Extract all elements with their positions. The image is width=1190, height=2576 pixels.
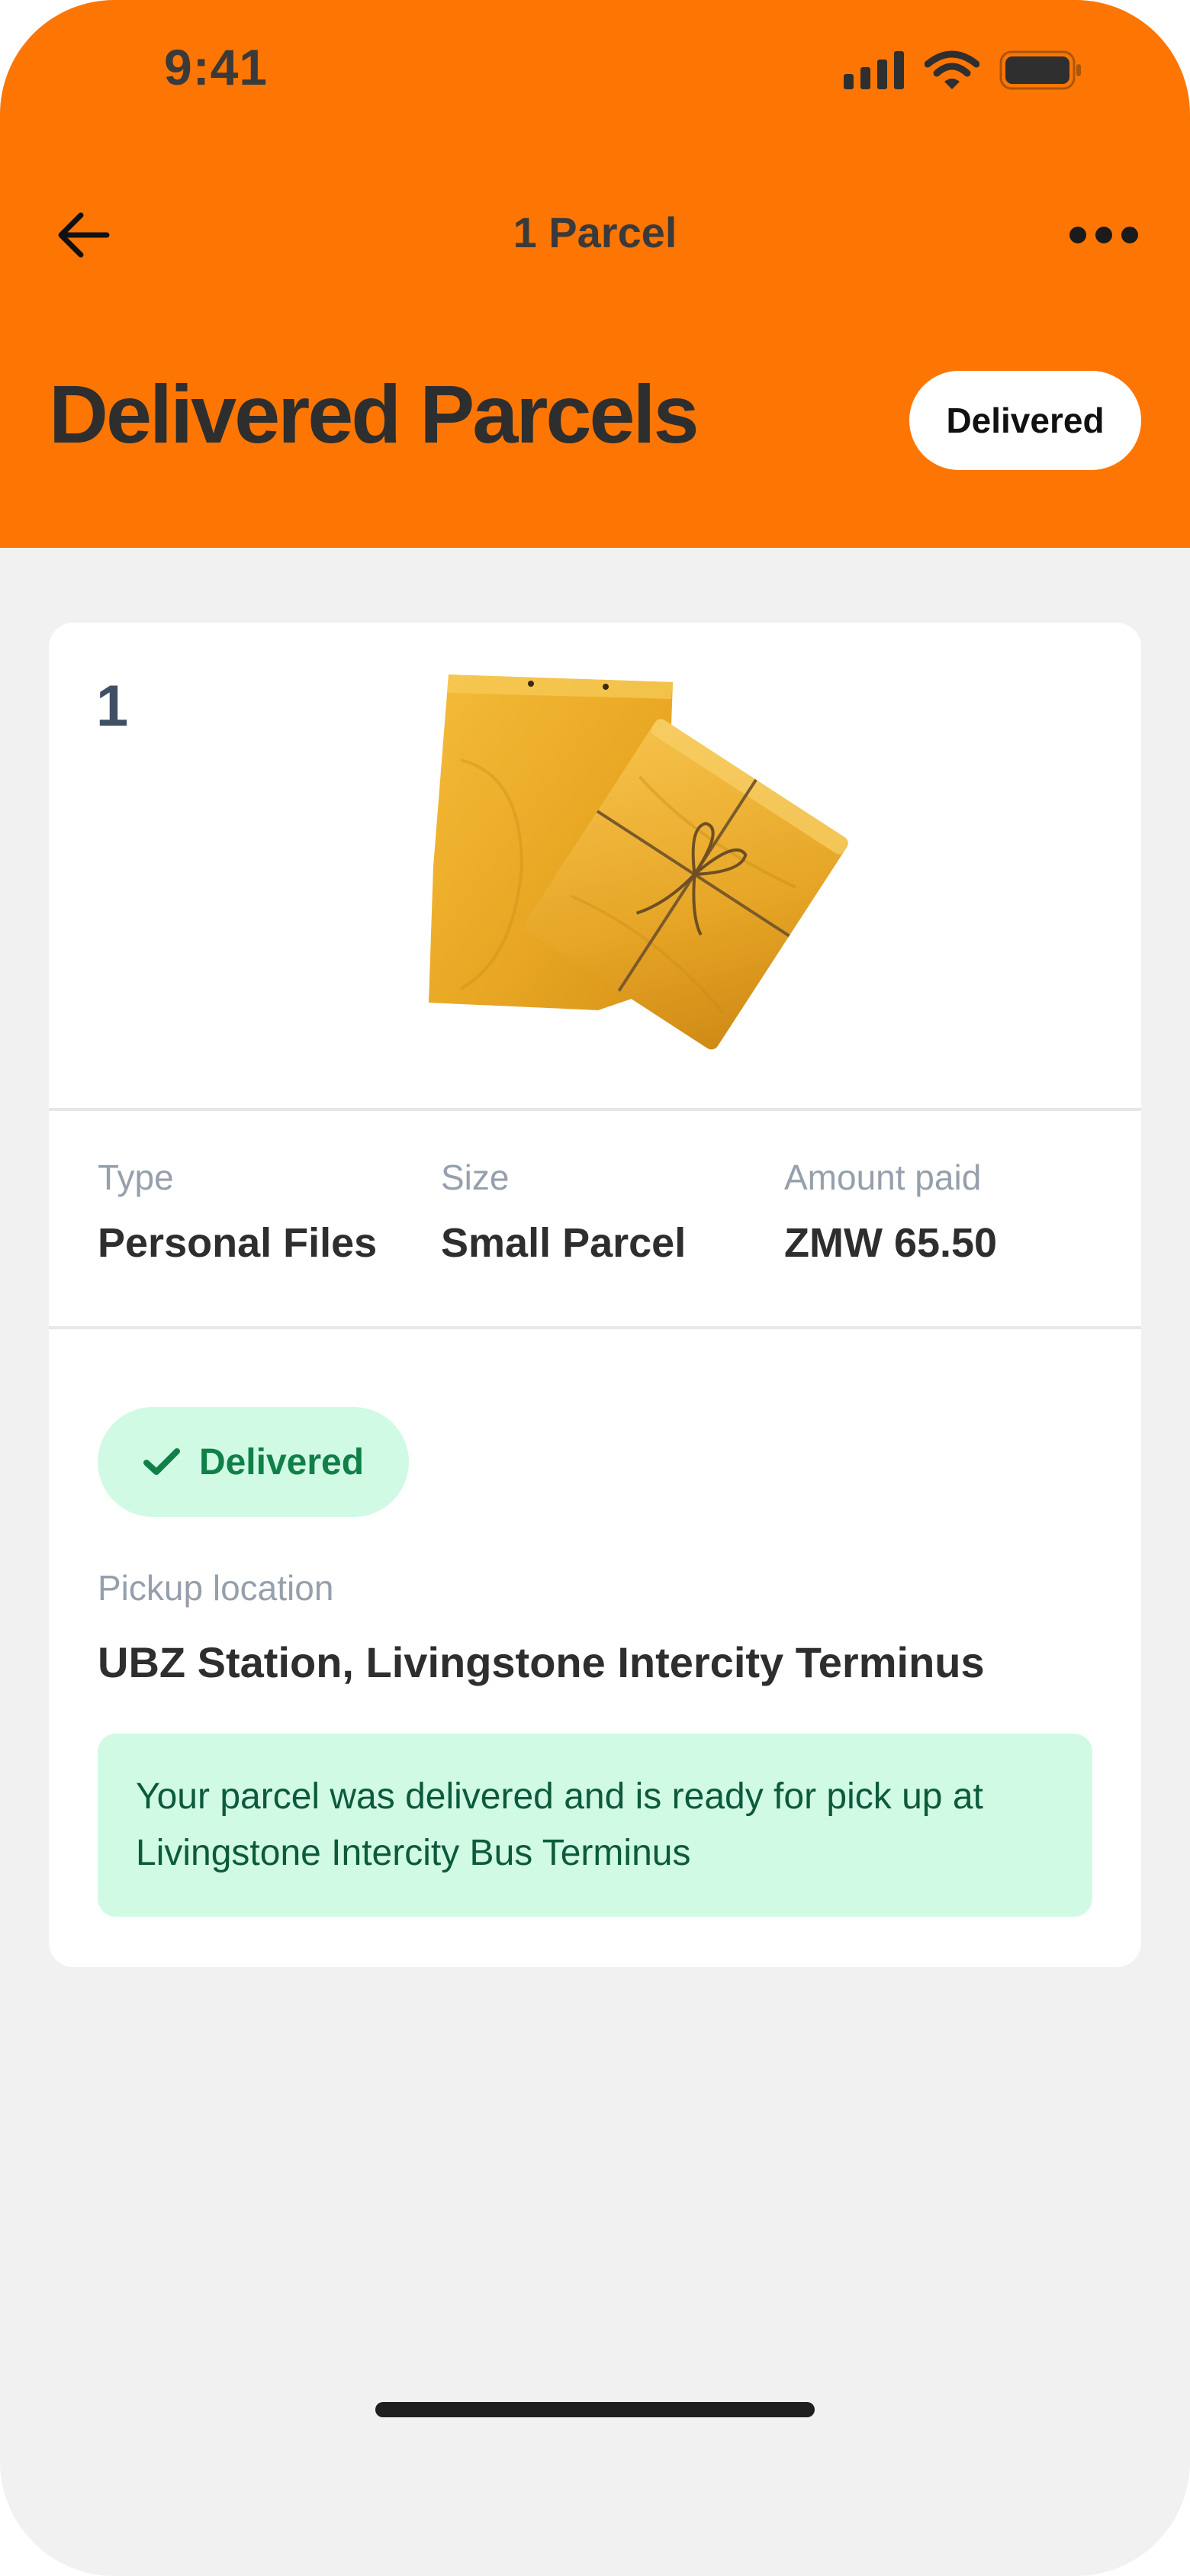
pickup-label: Pickup location [98, 1568, 334, 1608]
status-time: 9:41 [164, 39, 269, 95]
detail-size: Size Small Parcel [441, 1157, 686, 1267]
more-dot [1095, 227, 1112, 243]
detail-value: ZMW 65.50 [784, 1220, 998, 1266]
signal-icon [844, 51, 904, 89]
more-button[interactable] [1069, 221, 1138, 249]
wifi-icon [925, 50, 979, 89]
parcel-envelopes-image [429, 675, 849, 1050]
detail-label: Size [441, 1158, 510, 1197]
status-badge: Delivered [98, 1407, 409, 1517]
status-filter-button[interactable]: Delivered [909, 371, 1141, 470]
parcel-card[interactable]: 1 Type Personal Files Size Small Parcel … [49, 623, 1141, 1967]
status-icons [844, 47, 1083, 93]
detail-type: Type Personal Files [98, 1157, 377, 1267]
page-title: Delivered Parcels [49, 368, 700, 460]
detail-value: Personal Files [98, 1220, 378, 1266]
home-indicator[interactable] [375, 2402, 815, 2417]
status-badge-label: Delivered [198, 1441, 365, 1483]
pickup-location: UBZ Station, Livingstone Intercity Termi… [98, 1638, 985, 1686]
card-divider [49, 1326, 1141, 1329]
app-screen: 9:41 1 Parcel Delivered Parcels Delivere… [0, 0, 1190, 2576]
card-divider [49, 1108, 1141, 1111]
detail-label: Amount paid [784, 1158, 982, 1197]
parcel-index: 1 [96, 674, 129, 739]
header: 9:41 1 Parcel Delivered Parcels Delivere… [0, 0, 1190, 548]
check-icon [143, 1448, 180, 1475]
delivery-notice: Your parcel was delivered and is ready f… [98, 1734, 1092, 1917]
detail-amount-paid: Amount paid ZMW 65.50 [784, 1157, 997, 1267]
more-dot [1069, 227, 1086, 243]
detail-label: Type [98, 1158, 174, 1197]
nav-title: 1 Parcel [513, 208, 677, 256]
battery-icon [999, 50, 1081, 90]
detail-value: Small Parcel [441, 1220, 687, 1266]
more-dot [1121, 227, 1138, 243]
